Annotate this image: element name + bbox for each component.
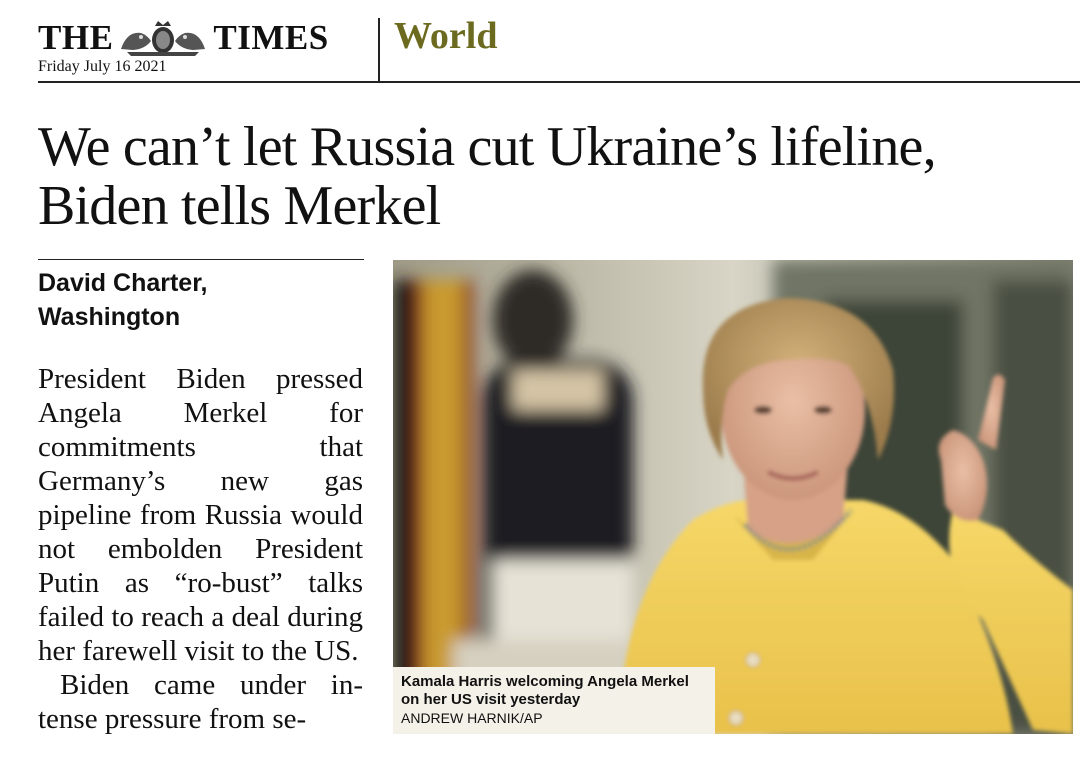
headline: We can’t let Russia cut Ukraine’s lifeli…	[38, 116, 937, 237]
issue-date: Friday July 16 2021	[38, 58, 167, 75]
paper-logo: THE TIMES	[38, 18, 329, 58]
photo-image	[393, 260, 1073, 734]
section-label: World	[394, 15, 498, 57]
masthead: THE TIMES Friday July 16 2021 World	[38, 14, 1080, 82]
photo-caption: Kamala Harris welcoming Angela Merkel on…	[393, 667, 715, 734]
masthead-divider	[378, 18, 380, 82]
paper-name-left: THE	[38, 18, 114, 57]
article-photo: Kamala Harris welcoming Angela Merkel on…	[393, 260, 1073, 734]
masthead-rule	[38, 81, 1080, 83]
article-paragraph: Biden came under in-tense pressure from …	[38, 669, 363, 735]
article-paragraph: President Biden pressed Angela Merkel fo…	[38, 363, 363, 667]
byline-author: David Charter,	[38, 269, 208, 297]
byline-location: Washington	[38, 303, 181, 331]
caption-text: Kamala Harris welcoming Angela Merkel on…	[401, 673, 689, 708]
byline: David Charter, Washington	[38, 266, 364, 334]
paper-name-right: TIMES	[213, 18, 329, 57]
photo-credit: ANDREW HARNIK/AP	[401, 710, 543, 726]
byline-rule	[38, 259, 364, 260]
article-body: President Biden pressed Angela Merkel fo…	[38, 362, 363, 736]
royal-crest-icon	[117, 19, 209, 57]
